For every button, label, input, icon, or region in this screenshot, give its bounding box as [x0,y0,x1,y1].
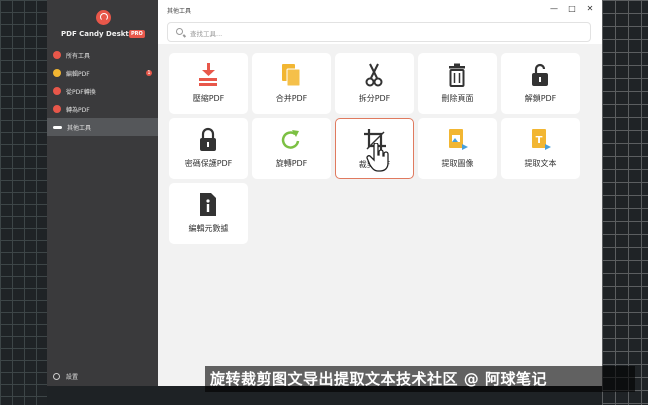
tool-label: 提取文本 [524,159,557,168]
tool-merge-pdf[interactable]: 合并PDF [252,53,331,114]
settings-button[interactable]: 設置 [53,372,78,381]
sidebar-item-label: 編輯PDF [66,70,90,78]
tool-label: 壓縮PDF [192,94,225,103]
info-icon [200,193,216,216]
tool-edit-metadata[interactable]: 編輯元數據 [169,183,248,244]
unlock-icon [532,63,548,86]
scissors-icon [365,63,383,87]
all-tools-icon [53,51,61,59]
tool-extract-text[interactable]: T 提取文本 [501,118,580,179]
trash-icon [449,63,465,87]
window-title: 其他工具 [167,8,192,15]
tool-extract-images[interactable]: 提取圖像 [418,118,497,179]
settings-label: 設置 [66,374,79,381]
tool-label: 合并PDF [275,94,308,103]
lock-icon [200,127,216,151]
more-icon [53,125,62,129]
close-button[interactable]: ✕ [583,3,597,15]
rotate-icon [281,130,300,149]
sidebar-item-convert-from-pdf[interactable]: 從PDF轉換 [47,82,158,100]
sidebar-item-convert-to-pdf[interactable]: 轉為PDF [47,100,158,118]
pro-badge: PRO [129,30,145,38]
search-placeholder: 查找工具... [190,30,223,38]
extract-text-icon: T [532,129,551,150]
sidebar: PDF Candy Desktop PRO 所有工具 編輯PDF 1 從PDF轉… [47,0,158,386]
tool-label: 拆分PDF [358,94,391,103]
video-subtitle: 旋转裁剪图文导出提取文本技术社区 @ 阿球笔记 [210,370,547,388]
tool-unlock-pdf[interactable]: 解鎖PDF [501,53,580,114]
merge-icon [282,64,301,87]
tool-label: 密碼保護PDF [184,159,233,168]
sidebar-item-label: 所有工具 [66,52,91,60]
minimize-button[interactable]: — [547,3,561,15]
maximize-button[interactable]: □ [565,3,579,15]
title-bar: 其他工具 — □ ✕ [158,0,602,20]
sidebar-item-label: 轉為PDF [66,106,90,114]
hand-cursor-icon [366,143,389,172]
tool-rotate-pdf[interactable]: 旋轉PDF [252,118,331,179]
convert-from-icon [53,87,61,95]
app-name: PDF Candy Desktop [61,30,139,38]
compress-icon [199,63,217,86]
convert-to-icon [53,105,61,113]
svg-text:T: T [536,135,543,146]
tool-label: 提取圖像 [441,159,474,168]
sidebar-item-all-tools[interactable]: 所有工具 [47,46,158,64]
desktop-background-right [602,0,648,405]
tool-password-protect-pdf[interactable]: 密碼保護PDF [169,118,248,179]
tool-label: 刪除頁面 [441,94,474,103]
edit-icon [53,69,61,77]
sidebar-item-label: 從PDF轉換 [66,88,96,96]
notification-badge: 1 [146,70,152,76]
tool-label: 旋轉PDF [275,159,308,168]
desktop-background-left [0,0,47,405]
tool-label: 編輯元數據 [188,224,229,233]
sidebar-item-other-tools[interactable]: 其他工具 [47,118,158,136]
tool-label: 解鎖PDF [524,94,557,103]
search-icon [176,28,183,35]
sidebar-item-edit-pdf[interactable]: 編輯PDF 1 [47,64,158,82]
app-logo-icon [96,10,111,25]
sidebar-item-label: 其他工具 [67,124,92,132]
gear-icon [53,373,60,380]
tool-compress-pdf[interactable]: 壓縮PDF [169,53,248,114]
search-input[interactable]: 查找工具... [167,22,591,42]
extract-image-icon [449,129,468,150]
tool-delete-pages[interactable]: 刪除頁面 [418,53,497,114]
tool-split-pdf[interactable]: 拆分PDF [335,53,414,114]
